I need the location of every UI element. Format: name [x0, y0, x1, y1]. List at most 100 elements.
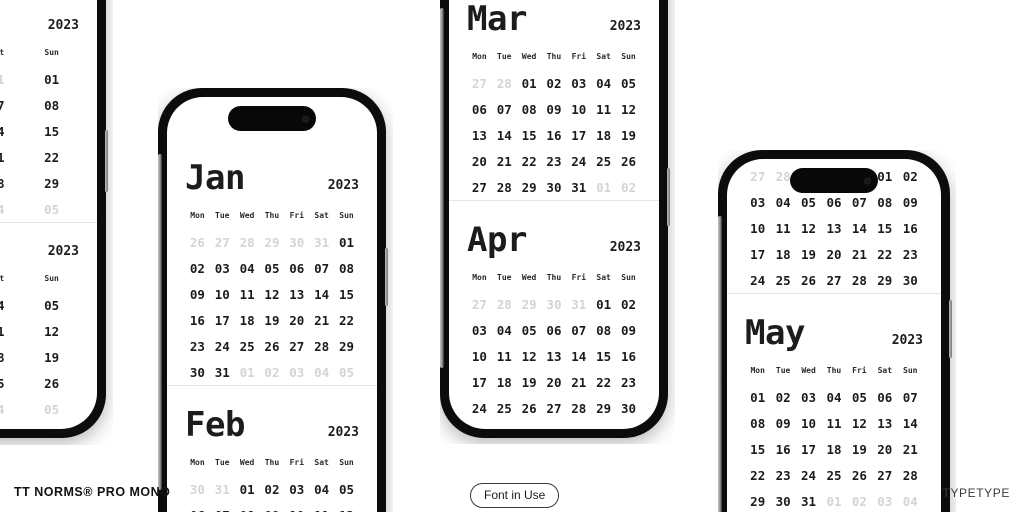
day-cell[interactable]: 23	[898, 241, 923, 267]
day-cell[interactable]: 04	[492, 317, 517, 343]
day-cell[interactable]: 31	[566, 174, 591, 200]
day-cell[interactable]: 11	[492, 343, 517, 369]
day-cell-adjacent-month[interactable]: 02	[847, 488, 872, 512]
day-cell[interactable]: 04	[770, 189, 795, 215]
day-cell-adjacent-month[interactable]: 05	[334, 359, 359, 385]
day-cell[interactable]: 02	[898, 163, 923, 189]
day-cell[interactable]: 04	[0, 292, 24, 318]
day-cell[interactable]: 11	[591, 96, 616, 122]
day-cell[interactable]: 21	[492, 148, 517, 174]
day-cell-adjacent-month[interactable]: 03	[872, 488, 897, 512]
day-cell[interactable]: 15	[24, 118, 79, 144]
day-cell-adjacent-month[interactable]: 02	[260, 359, 285, 385]
day-cell[interactable]: 07	[210, 502, 235, 512]
day-cell[interactable]: 25	[821, 462, 846, 488]
day-cell-adjacent-month[interactable]: 26	[185, 229, 210, 255]
day-cell[interactable]: 28	[898, 462, 923, 488]
day-cell[interactable]: 10	[566, 96, 591, 122]
day-cell[interactable]: 08	[24, 92, 79, 118]
day-cell[interactable]: 05	[334, 476, 359, 502]
day-cell[interactable]: 25	[591, 148, 616, 174]
day-cell[interactable]: 12	[24, 318, 79, 344]
day-cell[interactable]: 20	[542, 369, 567, 395]
day-cell[interactable]: 27	[872, 462, 897, 488]
day-cell[interactable]: 12	[796, 215, 821, 241]
day-cell-adjacent-month[interactable]: 03	[284, 359, 309, 385]
day-cell[interactable]: 19	[24, 344, 79, 370]
day-cell[interactable]: 20	[284, 307, 309, 333]
day-cell-adjacent-month[interactable]: 29	[517, 291, 542, 317]
day-cell[interactable]: 14	[566, 343, 591, 369]
day-cell-adjacent-month[interactable]: 04	[898, 488, 923, 512]
day-cell[interactable]: 12	[616, 96, 641, 122]
day-cell[interactable]: 18	[770, 241, 795, 267]
font-in-use-badge[interactable]: Font in Use	[470, 483, 560, 508]
day-cell[interactable]: 01	[517, 70, 542, 96]
day-cell[interactable]: 13	[821, 215, 846, 241]
day-cell[interactable]: 17	[745, 241, 770, 267]
day-cell[interactable]: 24	[210, 333, 235, 359]
day-cell[interactable]: 07	[309, 255, 334, 281]
day-cell[interactable]: 30	[770, 488, 795, 512]
day-cell[interactable]: 06	[467, 96, 492, 122]
day-cell[interactable]: 18	[0, 344, 24, 370]
day-cell[interactable]: 02	[770, 384, 795, 410]
day-cell[interactable]: 17	[467, 369, 492, 395]
day-cell[interactable]: 30	[185, 359, 210, 385]
day-cell[interactable]: 02	[185, 255, 210, 281]
day-cell-adjacent-month[interactable]: 28	[492, 291, 517, 317]
day-cell[interactable]: 25	[235, 333, 260, 359]
day-cell[interactable]: 23	[616, 369, 641, 395]
day-cell[interactable]: 19	[616, 122, 641, 148]
day-cell[interactable]: 22	[591, 369, 616, 395]
day-cell[interactable]: 29	[591, 395, 616, 421]
day-cell[interactable]: 29	[334, 333, 359, 359]
day-cell[interactable]: 19	[517, 369, 542, 395]
day-cell-adjacent-month[interactable]: 01	[821, 488, 846, 512]
day-cell[interactable]: 29	[517, 174, 542, 200]
day-cell[interactable]: 02	[616, 291, 641, 317]
day-cell-adjacent-month[interactable]: 27	[210, 229, 235, 255]
day-cell-adjacent-month[interactable]: 29	[260, 229, 285, 255]
day-cell[interactable]: 28	[309, 333, 334, 359]
day-cell[interactable]: 05	[517, 317, 542, 343]
day-cell[interactable]: 12	[517, 343, 542, 369]
day-cell[interactable]: 14	[492, 122, 517, 148]
day-cell[interactable]: 21	[847, 241, 872, 267]
day-cell[interactable]: 04	[591, 70, 616, 96]
day-cell[interactable]: 12	[847, 410, 872, 436]
day-cell[interactable]: 20	[821, 241, 846, 267]
day-cell[interactable]: 10	[284, 502, 309, 512]
day-cell[interactable]: 24	[566, 148, 591, 174]
day-cell[interactable]: 29	[745, 488, 770, 512]
day-cell[interactable]: 27	[821, 267, 846, 293]
day-cell[interactable]: 22	[745, 462, 770, 488]
day-cell[interactable]: 07	[566, 317, 591, 343]
day-cell[interactable]: 16	[616, 343, 641, 369]
day-cell[interactable]: 11	[0, 318, 24, 344]
day-cell[interactable]: 03	[796, 384, 821, 410]
day-cell[interactable]: 30	[616, 395, 641, 421]
day-cell[interactable]: 16	[770, 436, 795, 462]
day-cell[interactable]: 09	[770, 410, 795, 436]
day-cell[interactable]: 26	[24, 370, 79, 396]
day-cell[interactable]: 21	[309, 307, 334, 333]
day-cell[interactable]: 22	[24, 144, 79, 170]
day-cell[interactable]: 21	[898, 436, 923, 462]
day-cell[interactable]: 27	[284, 333, 309, 359]
day-cell-adjacent-month[interactable]: 28	[492, 70, 517, 96]
day-cell[interactable]: 01	[745, 384, 770, 410]
day-cell[interactable]: 27	[542, 395, 567, 421]
day-cell[interactable]: 07	[492, 96, 517, 122]
day-cell[interactable]: 08	[591, 317, 616, 343]
day-cell[interactable]: 13	[872, 410, 897, 436]
day-cell[interactable]: 19	[847, 436, 872, 462]
day-cell[interactable]: 18	[821, 436, 846, 462]
day-cell-adjacent-month[interactable]: 04	[0, 396, 24, 422]
day-cell-adjacent-month[interactable]: 27	[467, 70, 492, 96]
day-cell[interactable]: 16	[185, 307, 210, 333]
day-cell[interactable]: 10	[796, 410, 821, 436]
day-cell[interactable]: 18	[235, 307, 260, 333]
day-cell[interactable]: 18	[591, 122, 616, 148]
day-cell[interactable]: 05	[260, 255, 285, 281]
